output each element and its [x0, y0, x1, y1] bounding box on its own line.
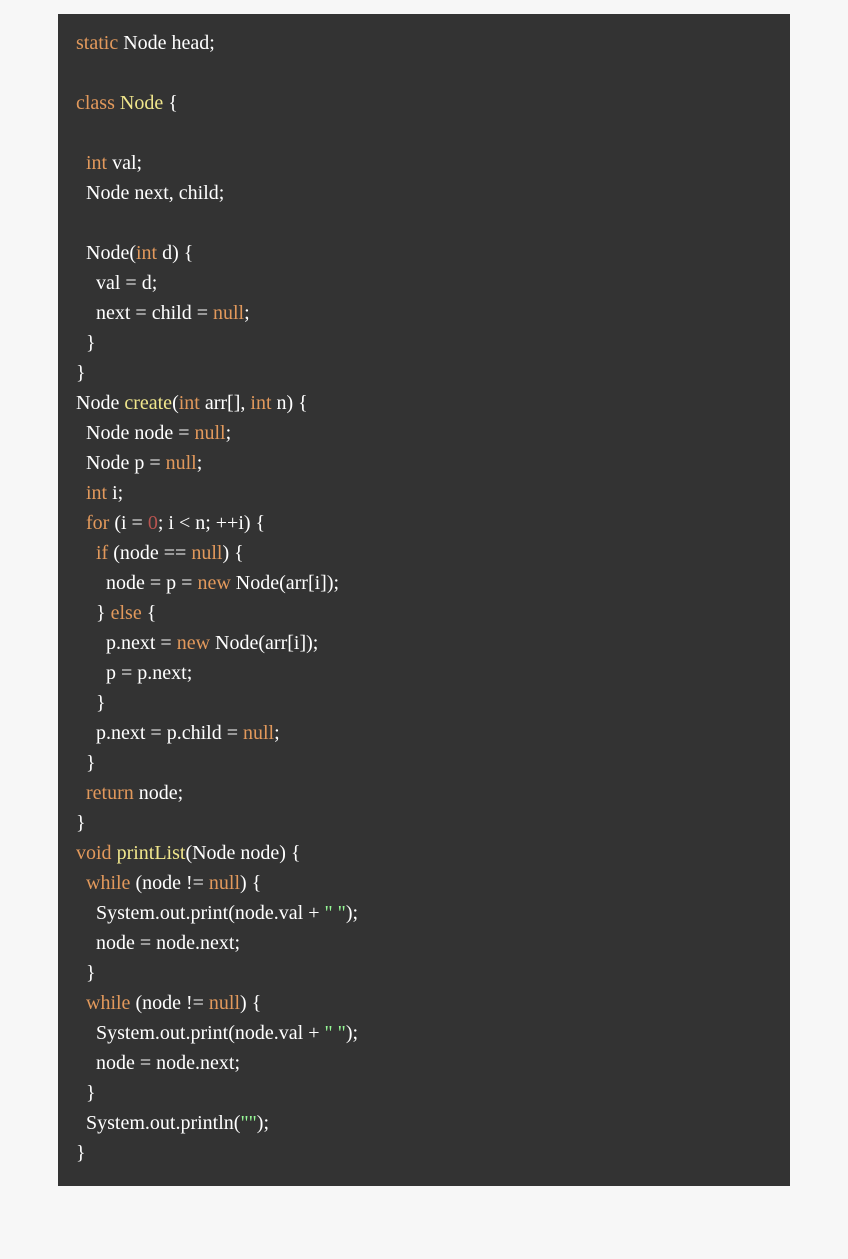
text: val;	[107, 152, 142, 174]
text: val = d;	[76, 272, 157, 294]
text: i;	[107, 482, 123, 504]
kw-int: int	[86, 152, 107, 174]
text: }	[76, 812, 86, 834]
text: );	[257, 1112, 269, 1134]
text	[76, 152, 86, 174]
kw-while: while	[86, 872, 130, 894]
text: Node p =	[76, 452, 166, 474]
text: }	[76, 752, 96, 774]
kw-new: new	[197, 572, 230, 594]
kw-while: while	[86, 992, 130, 1014]
text: Node node =	[76, 422, 194, 444]
text: node = node.next;	[76, 1052, 240, 1074]
kw-int: int	[136, 242, 157, 264]
text: }	[76, 332, 96, 354]
text: (node !=	[130, 992, 208, 1014]
num-zero: 0	[148, 512, 158, 534]
text: System.out.print(node.val +	[76, 902, 324, 924]
kw-if: if	[96, 542, 108, 564]
kw-class: class	[76, 92, 115, 114]
text: Node next, child;	[76, 182, 224, 204]
lit-null: null	[243, 722, 274, 744]
text	[76, 872, 86, 894]
text: Node(arr[i]);	[231, 572, 339, 594]
text: ) {	[222, 542, 243, 564]
text: }	[76, 1142, 86, 1164]
text: (node !=	[130, 872, 208, 894]
kw-return: return	[86, 782, 134, 804]
text: ;	[244, 302, 250, 324]
text: n) {	[272, 392, 308, 414]
text: }	[76, 602, 111, 624]
lit-null: null	[194, 422, 225, 444]
kw-static: static	[76, 32, 118, 54]
lit-null: null	[209, 872, 240, 894]
kw-int: int	[86, 482, 107, 504]
text: }	[76, 362, 86, 384]
text: (i =	[109, 512, 148, 534]
kw-else: else	[111, 602, 142, 624]
text: next = child =	[76, 302, 213, 324]
lit-null: null	[209, 992, 240, 1014]
text: System.out.print(node.val +	[76, 1022, 324, 1044]
text: (Node node) {	[185, 842, 300, 864]
text	[76, 542, 96, 564]
lit-null: null	[191, 542, 222, 564]
code-block: static Node head; class Node { int val; …	[58, 14, 790, 1186]
text: {	[142, 602, 157, 624]
text: Node(	[76, 242, 136, 264]
str-empty: ""	[240, 1112, 256, 1134]
text: p.next = p.child =	[76, 722, 243, 744]
text: node = node.next;	[76, 932, 240, 954]
text: );	[346, 1022, 358, 1044]
text	[76, 512, 86, 534]
text: ; i < n; ++i) {	[158, 512, 265, 534]
lit-null: null	[213, 302, 244, 324]
text: (node ==	[108, 542, 191, 564]
text: ;	[197, 452, 203, 474]
lit-null: null	[166, 452, 197, 474]
text: d) {	[157, 242, 193, 264]
text	[76, 482, 86, 504]
text: );	[346, 902, 358, 924]
kw-new: new	[177, 632, 210, 654]
text: }	[76, 962, 96, 984]
text	[76, 992, 86, 1014]
text: }	[76, 1082, 96, 1104]
fn-create: create	[124, 392, 172, 414]
text: Node	[76, 392, 124, 414]
text: arr[],	[200, 392, 251, 414]
text: Node(arr[i]);	[210, 632, 318, 654]
text: node = p =	[76, 572, 197, 594]
text: ;	[274, 722, 280, 744]
text: Node head;	[118, 32, 215, 54]
text: (	[172, 392, 179, 414]
kw-int: int	[179, 392, 200, 414]
text: {	[163, 92, 178, 114]
page: static Node head; class Node { int val; …	[0, 0, 848, 1259]
text	[76, 782, 86, 804]
text: ;	[226, 422, 232, 444]
kw-void: void	[76, 842, 112, 864]
text: p = p.next;	[76, 662, 192, 684]
type-node: Node	[120, 92, 163, 114]
str-space: " "	[324, 1022, 345, 1044]
text: ) {	[240, 992, 261, 1014]
kw-for: for	[86, 512, 109, 534]
text: node;	[134, 782, 183, 804]
kw-int: int	[250, 392, 271, 414]
fn-printlist: printList	[117, 842, 186, 864]
text: }	[76, 692, 106, 714]
text: ) {	[240, 872, 261, 894]
text: System.out.println(	[76, 1112, 240, 1134]
text: p.next =	[76, 632, 177, 654]
str-space: " "	[324, 902, 345, 924]
